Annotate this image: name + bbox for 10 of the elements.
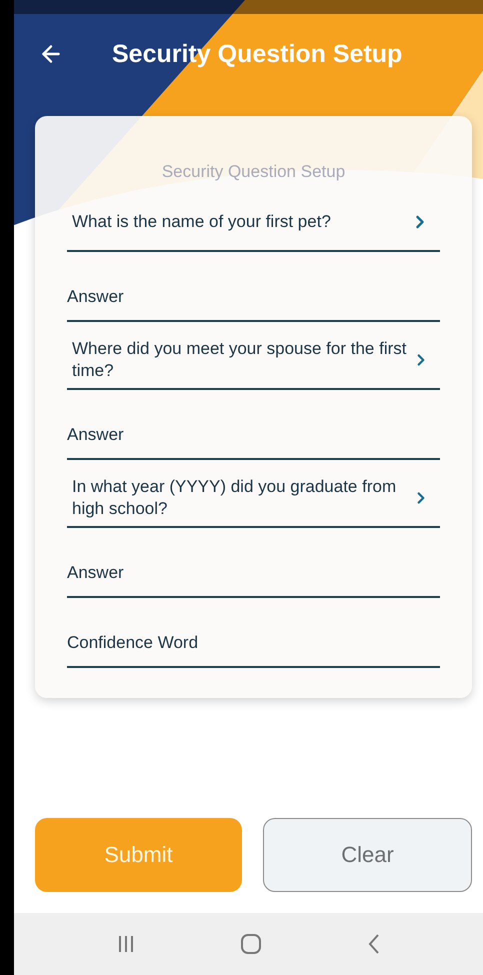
question-dropdown[interactable]: Where did you meet your spouse for the first time? bbox=[67, 322, 440, 390]
home-icon[interactable] bbox=[240, 933, 262, 955]
clear-button[interactable]: Clear bbox=[263, 818, 472, 892]
card-title: Security Question Setup bbox=[160, 161, 346, 183]
back-icon[interactable] bbox=[366, 933, 381, 955]
input-field[interactable]: Answer bbox=[67, 252, 440, 322]
input-field[interactable]: Answer bbox=[67, 390, 440, 460]
question-dropdown[interactable]: In what year (YYYY) did you graduate from high school? bbox=[67, 460, 440, 528]
input-field[interactable]: Answer bbox=[67, 528, 440, 598]
input-field[interactable]: Confidence Word bbox=[67, 598, 440, 668]
